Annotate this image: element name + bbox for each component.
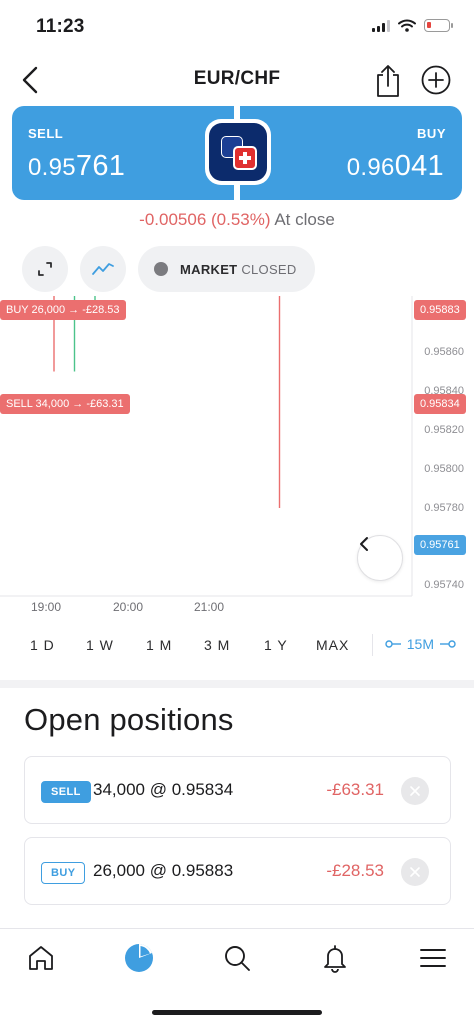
slider-handle-icon (385, 640, 401, 648)
y-tick-label: 0.95860 (424, 346, 464, 358)
eur-chf-flags-icon (205, 119, 271, 185)
sell-label: SELL (28, 126, 64, 141)
trade-panel: SELL 0.95761 BUY 0.96041 (12, 106, 462, 200)
y-tick-label: 0.95820 (424, 424, 464, 436)
buy-line-price-tag: 0.95883 (414, 300, 466, 320)
menu-icon (420, 949, 446, 967)
sell-button[interactable]: SELL 0.95761 (12, 106, 234, 200)
x-tick-label: 20:00 (113, 600, 144, 614)
range-1y[interactable]: 1 Y (264, 637, 288, 653)
chart-canvas (0, 296, 413, 597)
price-chart[interactable]: 0.95860 0.95840 0.95820 0.95800 0.95780 … (0, 296, 474, 620)
price-change: -0.00506 (0.53%) At close (0, 210, 474, 230)
buy-position-line-label[interactable]: BUY 26,000 → -£28.53 (0, 300, 126, 320)
market-status-dot (154, 262, 168, 276)
close-icon (410, 786, 420, 796)
swiss-flag-icon (233, 146, 257, 170)
time-range-selector: 1 D 1 W 1 M 3 M 1 Y MAX 15M (0, 634, 474, 660)
tab-portfolio[interactable] (119, 941, 159, 975)
interval-selector[interactable]: 15M (385, 636, 456, 652)
sell-line-price-tag: 0.95834 (414, 394, 466, 414)
market-word: MARKET (180, 261, 238, 277)
battery-icon (424, 19, 453, 32)
share-icon[interactable] (372, 62, 404, 98)
expand-icon (38, 262, 52, 276)
range-3m[interactable]: 3 M (204, 637, 230, 653)
line-chart-icon (92, 263, 114, 275)
expand-button[interactable] (22, 246, 68, 292)
market-state: CLOSED (241, 261, 297, 277)
tab-search[interactable] (217, 941, 257, 975)
position-card[interactable]: BUY 26,000 @ 0.95883 -£28.53 (24, 837, 451, 905)
position-description: 26,000 @ 0.95883 (93, 861, 234, 880)
y-tick-label: 0.95740 (424, 579, 464, 591)
position-profit-loss: -£63.31 (326, 780, 384, 799)
position-side-badge: SELL (41, 781, 91, 803)
tab-alerts[interactable] (315, 941, 355, 975)
y-tick-label: 0.95780 (424, 502, 464, 514)
section-title: Open positions (24, 702, 234, 737)
search-icon (225, 946, 250, 971)
close-position-button[interactable] (401, 858, 429, 886)
status-time: 11:23 (36, 16, 85, 37)
interval-label: 15M (406, 636, 434, 652)
sell-price-main: 761 (75, 150, 126, 182)
portfolio-pie-icon (125, 944, 153, 972)
buy-price: 0.96041 (347, 150, 444, 183)
close-position-button[interactable] (401, 777, 429, 805)
change-note: At close (274, 210, 335, 229)
position-description: 34,000 @ 0.95834 (93, 780, 234, 799)
close-icon (410, 867, 420, 877)
home-icon (29, 946, 53, 970)
chart-toolbar: MARKET CLOSED (22, 246, 315, 292)
tab-home[interactable] (21, 941, 61, 975)
sell-price: 0.95761 (28, 150, 125, 183)
market-status-text: MARKET CLOSED (180, 262, 297, 277)
buy-price-main: 041 (394, 150, 444, 182)
position-profit-loss: -£28.53 (326, 861, 384, 880)
buy-label: BUY (417, 126, 446, 141)
buy-button[interactable]: BUY 0.96041 (240, 106, 462, 200)
cellular-signal-icon (372, 19, 390, 32)
current-price-tag: 0.95761 (414, 535, 466, 555)
position-side-badge: BUY (41, 862, 86, 884)
home-indicator (152, 1010, 322, 1015)
chart-type-button[interactable] (80, 246, 126, 292)
status-bar: 11:23 (0, 0, 474, 56)
y-tick-label: 0.95800 (424, 463, 464, 475)
range-1w[interactable]: 1 W (86, 637, 114, 653)
range-1d[interactable]: 1 D (30, 637, 55, 653)
range-1m[interactable]: 1 M (146, 637, 172, 653)
buy-price-prefix: 0.96 (346, 154, 395, 181)
scroll-to-latest-button[interactable] (357, 535, 403, 581)
bell-icon (324, 945, 346, 973)
x-tick-label: 19:00 (31, 600, 62, 614)
change-value: -0.00506 (0.53%) (139, 210, 271, 229)
slider-handle-icon (440, 640, 456, 648)
divider (372, 634, 373, 656)
tab-menu[interactable] (413, 941, 453, 975)
nav-bar: EUR/CHF (0, 56, 474, 106)
section-divider (0, 680, 474, 688)
wifi-icon (398, 19, 416, 32)
range-max[interactable]: MAX (316, 637, 349, 653)
plus-circle-icon[interactable] (420, 64, 452, 96)
chevron-left-icon (360, 537, 368, 551)
sell-position-line-label[interactable]: SELL 34,000 → -£63.31 (0, 394, 130, 414)
status-icons (372, 19, 453, 32)
sell-price-prefix: 0.95 (28, 154, 76, 181)
x-tick-label: 21:00 (194, 600, 225, 614)
position-card[interactable]: SELL 34,000 @ 0.95834 -£63.31 (24, 756, 451, 824)
market-status[interactable]: MARKET CLOSED (138, 246, 315, 292)
